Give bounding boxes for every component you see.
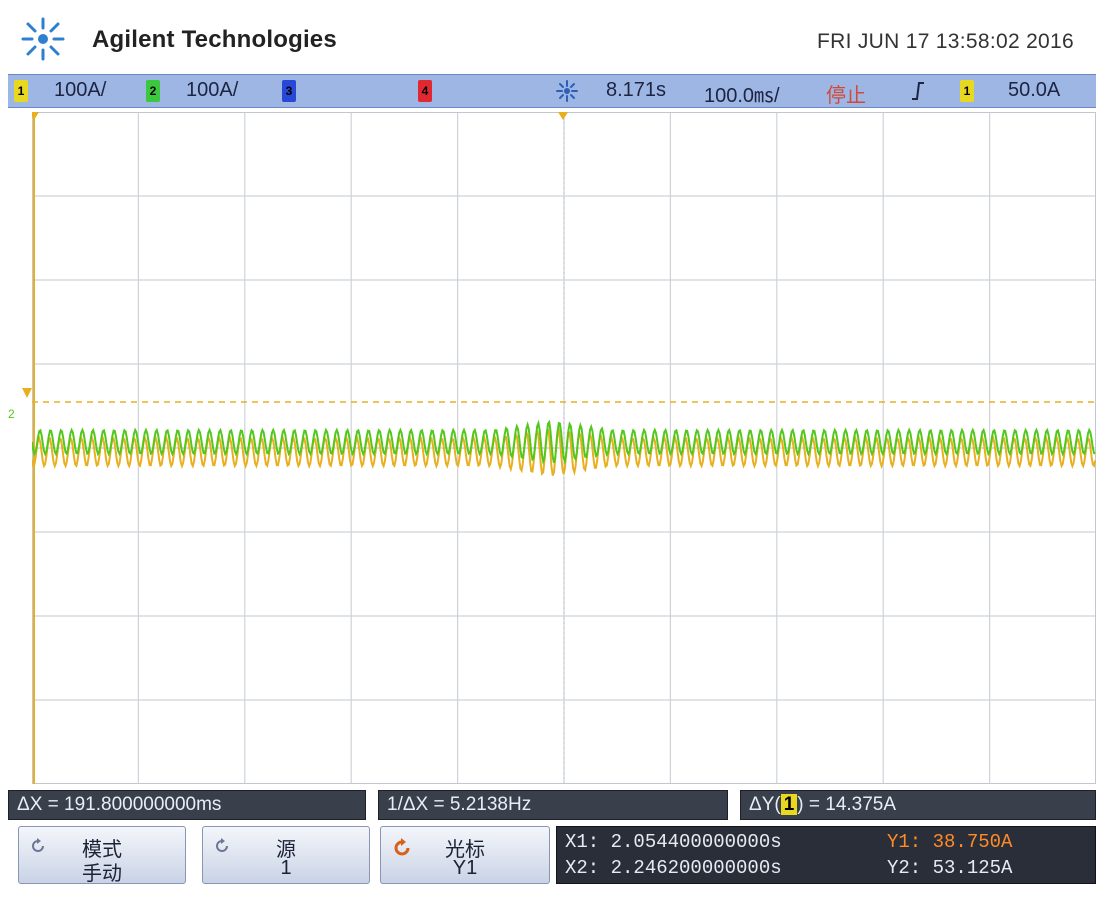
delta-y-value: ) = 14.375A xyxy=(797,794,897,815)
datetime: FRI JUN 17 13:58:02 2016 xyxy=(816,30,1074,53)
source-value: 1 xyxy=(280,857,292,879)
cursor-y1-readout: Y1: 38.750A xyxy=(887,831,1013,853)
measurement-row: ΔX = 191.800000000ms 1/ΔX = 5.2138Hz ΔY(… xyxy=(8,790,1096,820)
delta-y-readout: ΔY(1) = 14.375A xyxy=(740,790,1096,820)
channel-2-ground-label: 2 xyxy=(8,407,15,421)
cursor-x2-readout: X2: 2.246200000000s xyxy=(565,857,782,879)
channel-4-badge[interactable]: 4 xyxy=(418,80,432,102)
channel-ground-markers[interactable]: 2 xyxy=(8,384,36,424)
inverse-delta-x-readout: 1/ΔX = 5.2138Hz xyxy=(378,790,728,820)
channel-2-scale: 100A/ xyxy=(186,79,239,101)
time-position: 8.171s xyxy=(606,79,667,101)
status-bar: 1 100A/ 2 100A/ 3 4 8.171s 100.0㎳/ 停止 1 … xyxy=(8,74,1096,108)
mode-softkey[interactable]: 模式 手动 xyxy=(18,826,186,885)
trigger-level: 50.0A xyxy=(1008,79,1061,101)
cursor-readout-panel: X1: 2.054400000000s X2: 2.246200000000s … xyxy=(556,826,1096,884)
source-softkey[interactable]: 源 1 xyxy=(202,826,370,884)
trigger-edge-icon xyxy=(912,82,924,100)
cursor-value: Y1 xyxy=(452,857,478,879)
trigger-position-marker xyxy=(558,112,568,120)
trigger-level-marker[interactable] xyxy=(22,388,32,398)
waveform-traces xyxy=(32,112,1096,784)
delta-y-prefix: ΔY( xyxy=(749,794,781,815)
channel-1-scale: 100A/ xyxy=(54,79,107,101)
run-state: 停止 xyxy=(826,85,866,107)
channel-2-badge[interactable]: 2 xyxy=(146,80,160,102)
mode-value: 手动 xyxy=(82,863,122,885)
delta-x-readout: ΔX = 191.800000000ms xyxy=(8,790,366,820)
time-scale: 100.0㎳/ xyxy=(704,85,780,107)
header: Agilent Technologies FRI JUN 17 13:58:02… xyxy=(0,0,1106,72)
cursor-y2-readout: Y2: 53.125A xyxy=(887,857,1013,879)
trigger-source-badge[interactable]: 1 xyxy=(960,80,974,102)
brand-name: Agilent Technologies xyxy=(92,26,337,53)
cursor-softkey[interactable]: 光标 Y1 xyxy=(380,826,550,884)
softkey-bar: 模式 手动 源 1 光标 Y1 X1: 2.054400000000s X2: … xyxy=(8,826,1096,886)
waveform-display[interactable] xyxy=(32,112,1096,784)
cursor-x1-readout: X1: 2.054400000000s xyxy=(565,831,782,853)
delta-y-channel-badge: 1 xyxy=(780,794,798,815)
agilent-spark-logo-icon xyxy=(21,17,65,61)
channel-1-badge[interactable]: 1 xyxy=(14,80,28,102)
timebase-icon xyxy=(556,80,578,102)
channel-3-badge[interactable]: 3 xyxy=(282,80,296,102)
